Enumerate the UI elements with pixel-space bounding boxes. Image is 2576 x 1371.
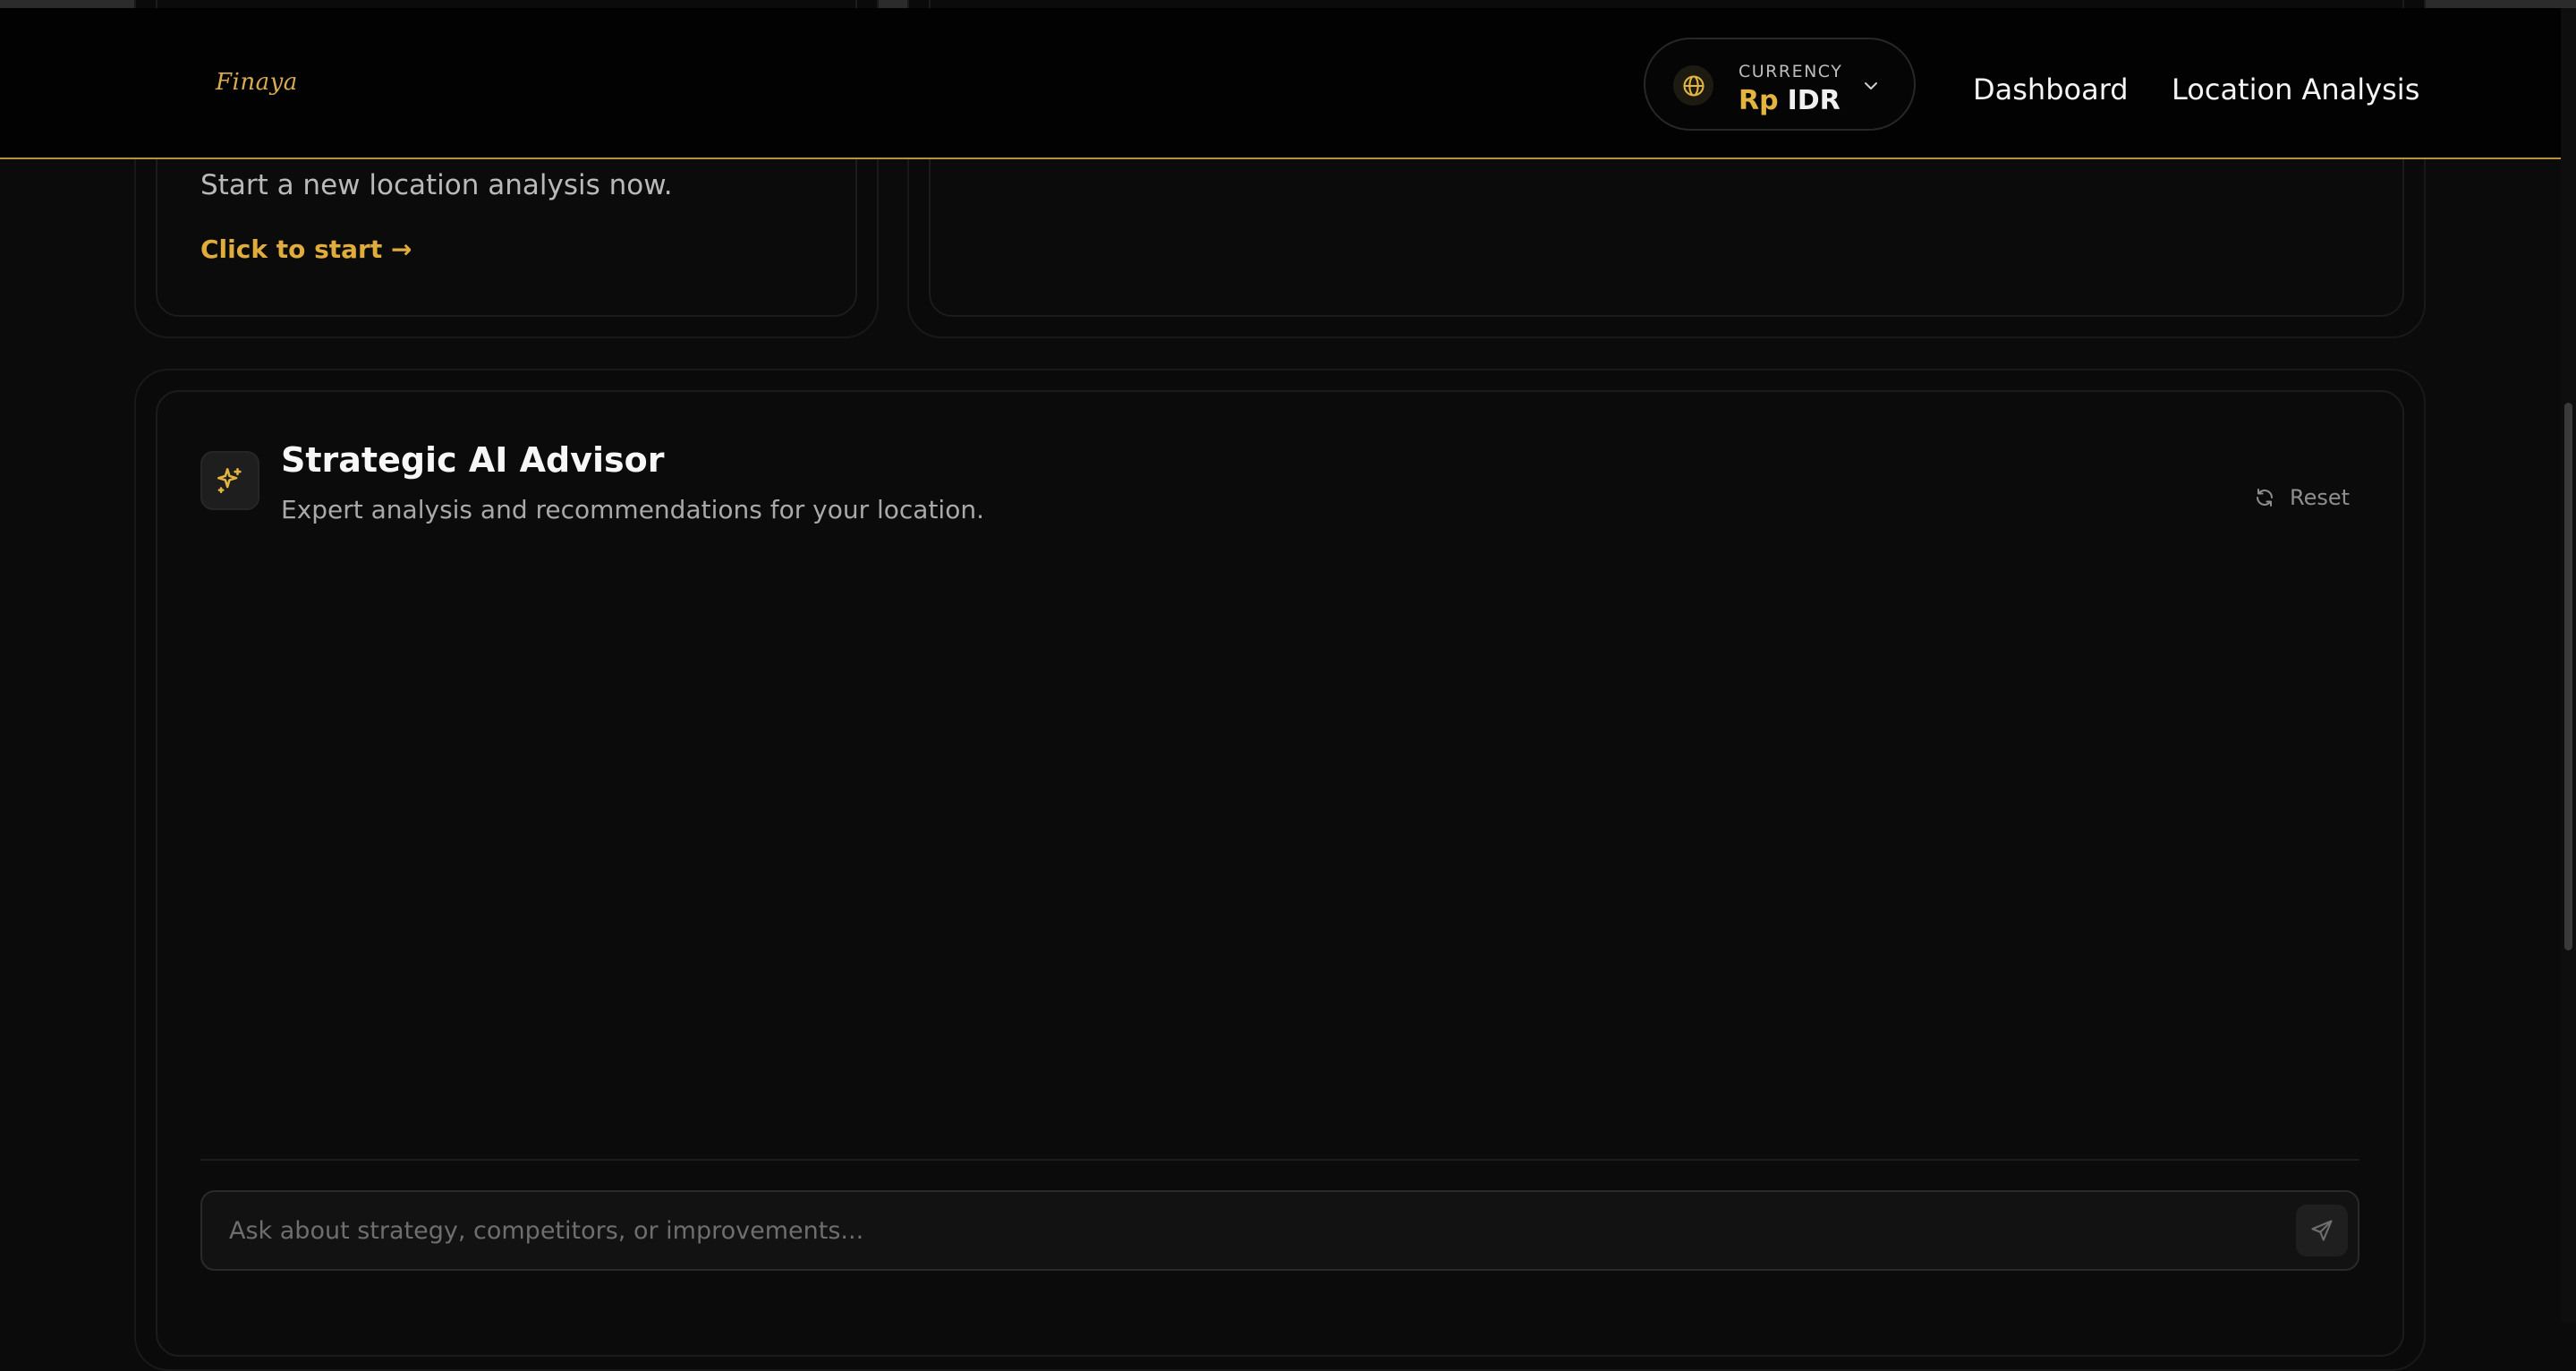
nav-location-analysis[interactable]: Location Analysis — [2172, 72, 2419, 106]
scrollbar-thumb[interactable] — [2564, 403, 2572, 950]
start-analysis-link[interactable]: Click to start → — [200, 234, 412, 264]
currency-selector[interactable]: CURRENCY Rp IDR — [1644, 38, 1916, 131]
currency-symbol: Rp — [1739, 85, 1779, 116]
refresh-icon — [2257, 489, 2273, 507]
start-card-description: Start a new location analysis now. — [200, 169, 673, 201]
currency-code: IDR — [1787, 85, 1841, 116]
currency-label: CURRENCY — [1739, 62, 1843, 81]
sparkles-icon — [200, 451, 259, 510]
reset-label: Reset — [2290, 485, 2351, 510]
chevron-down-icon — [1860, 75, 1882, 100]
nav-dashboard[interactable]: Dashboard — [1973, 72, 2129, 106]
chat-divider — [200, 1159, 2359, 1161]
top-navbar: Finaya CURRENCY Rp IDR Dashboard Location… — [0, 8, 2561, 159]
chat-input[interactable] — [229, 1192, 2269, 1269]
advisor-subtitle: Expert analysis and recommendations for … — [281, 495, 984, 524]
advisor-title: Strategic AI Advisor — [281, 440, 665, 480]
currency-value: Rp IDR — [1739, 85, 1841, 116]
send-icon — [2311, 1220, 2333, 1241]
globe-icon — [1673, 65, 1713, 106]
app-logo[interactable]: Finaya — [216, 69, 298, 96]
send-button[interactable] — [2296, 1205, 2348, 1256]
chat-input-container — [200, 1190, 2359, 1271]
reset-button[interactable]: Reset — [2254, 485, 2350, 510]
